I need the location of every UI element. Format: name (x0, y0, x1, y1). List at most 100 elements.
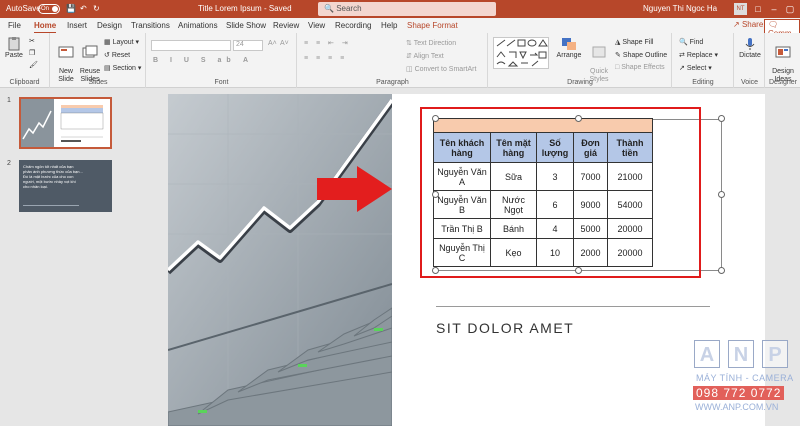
arrange-button[interactable]: Arrange (555, 37, 583, 60)
table-title-cell[interactable] (433, 118, 653, 133)
avatar[interactable]: NT (734, 3, 747, 15)
title-bar: AutoSave On 💾 ↶ ↻ Title Lorem Ipsum - Sa… (0, 0, 800, 18)
table-cell[interactable]: Nước Ngọt (490, 190, 537, 219)
paste-button[interactable]: Paste (4, 37, 24, 60)
tab-slide-show[interactable]: Slide Show (226, 21, 266, 30)
table-cell[interactable]: 6 (536, 190, 574, 219)
quick-styles-button[interactable]: Quick Styles (587, 37, 611, 84)
staircase-photo[interactable] (168, 94, 392, 426)
copy-icon[interactable]: ❐ (29, 49, 35, 57)
dictate-button[interactable]: Dictate (737, 37, 763, 60)
tab-design[interactable]: Design (97, 21, 122, 30)
search-input[interactable]: 🔍 Search (318, 2, 496, 16)
table-cell[interactable]: 20000 (607, 238, 653, 267)
slide-thumbnail-1[interactable] (19, 97, 112, 149)
autosave-toggle[interactable]: On (38, 4, 60, 14)
column-header-customer[interactable]: Tên khách hàng (433, 132, 491, 163)
share-button[interactable]: ↗ Share (733, 20, 763, 29)
align-text-button[interactable]: ⇵ Align Text (406, 52, 444, 60)
new-slide-button[interactable]: New Slide (55, 37, 77, 84)
table-cell[interactable]: Bánh (490, 218, 537, 239)
resize-handle-right[interactable] (718, 191, 725, 198)
resize-handle-bottom[interactable] (575, 267, 582, 274)
shape-effects-button[interactable]: □ Shape Effects (615, 64, 665, 71)
resize-handle-top-left[interactable] (432, 115, 439, 122)
format-painter-icon[interactable]: 🖌 (29, 61, 38, 69)
tab-shape-format[interactable]: Shape Format (407, 21, 458, 30)
resize-handle-top[interactable] (575, 115, 582, 122)
replace-button[interactable]: ⇄ Replace ▾ (679, 51, 718, 59)
anp-watermark: A N P MÁY TÍNH - CAMERA 098 772 0772 WWW… (688, 340, 800, 426)
table-cell[interactable]: Nguyễn Văn A (433, 162, 491, 191)
ribbon-display-icon[interactable]: □ (751, 2, 765, 16)
column-header-item[interactable]: Tên mặt hàng (490, 132, 537, 163)
shape-outline-button[interactable]: ✎ Shape Outline (615, 51, 667, 59)
font-color-icon[interactable]: A (243, 57, 248, 64)
table-cell[interactable]: 20000 (607, 218, 653, 239)
minimize-icon[interactable]: – (767, 2, 781, 16)
shrink-font-icon[interactable]: A˅ (280, 40, 289, 47)
tab-animations[interactable]: Animations (178, 21, 218, 30)
table-cell[interactable]: 21000 (607, 162, 653, 191)
table-cell[interactable]: 5000 (573, 218, 608, 239)
convert-smartart-button[interactable]: ◫ Convert to SmartArt (406, 65, 476, 73)
table-cell[interactable]: 3 (536, 162, 574, 191)
tab-insert[interactable]: Insert (67, 21, 87, 30)
cut-icon[interactable]: ✂ (29, 37, 35, 45)
layout-button[interactable]: ▦ Layout ▾ (104, 38, 139, 46)
tab-file[interactable]: File (8, 21, 21, 30)
shapes-gallery-icon[interactable] (493, 37, 549, 69)
clipboard-group: Paste ✂ ❐ 🖌 Clipboard (0, 33, 50, 88)
reset-button[interactable]: ↺ Reset (104, 51, 130, 59)
design-ideas-icon (775, 46, 791, 58)
thumbnail-number-1: 1 (7, 97, 11, 104)
table-cell[interactable]: 10 (536, 238, 574, 267)
font-size-combo[interactable]: 24 (233, 40, 263, 51)
slide-heading[interactable]: SIT DOLOR AMET (436, 320, 574, 336)
document-title: Title Lorem Ipsum - Saved (198, 4, 292, 13)
design-ideas-button[interactable]: Design Ideas (768, 37, 798, 84)
reuse-slides-button[interactable]: Reuse Slides (79, 37, 101, 84)
tab-help[interactable]: Help (381, 21, 397, 30)
section-button[interactable]: ▤ Section ▾ (104, 64, 141, 72)
user-name[interactable]: Nguyen Thi Ngoc Ha (643, 4, 717, 13)
tab-home[interactable]: Home (34, 21, 57, 34)
column-header-quantity[interactable]: Số lượng (536, 132, 574, 163)
table-cell[interactable]: Trần Thị B (433, 218, 491, 239)
table-cell[interactable]: 9000 (573, 190, 608, 219)
find-button[interactable]: 🔍 Find (679, 38, 703, 46)
text-direction-button[interactable]: ⇅ Text Direction (406, 39, 456, 47)
redo-icon[interactable]: ↻ (93, 4, 100, 13)
data-table[interactable]: Tên khách hàng Tên mặt hàng Số lượng Đơn… (433, 118, 653, 267)
table-cell[interactable]: 4 (536, 218, 574, 239)
tab-transitions[interactable]: Transitions (131, 21, 170, 30)
bullets-icon[interactable]: ≡ ≡ ⇤ ⇥ (304, 39, 351, 47)
table-cell[interactable]: 54000 (607, 190, 653, 219)
shape-fill-button[interactable]: ◮ Shape Fill (615, 38, 653, 46)
column-header-total[interactable]: Thành tiền (607, 132, 653, 163)
table-cell[interactable]: Nguyễn Thị C (433, 238, 491, 267)
tab-view[interactable]: View (308, 21, 325, 30)
tab-review[interactable]: Review (273, 21, 299, 30)
red-arrow-icon (317, 166, 392, 212)
select-button[interactable]: ↗ Select ▾ (679, 64, 712, 72)
table-cell[interactable]: Kẹo (490, 238, 537, 267)
resize-handle-top-right[interactable] (718, 115, 725, 122)
maximize-icon[interactable]: ▢ (783, 2, 797, 16)
column-header-unit-price[interactable]: Đơn giá (573, 132, 608, 163)
table-cell[interactable]: Sữa (490, 162, 537, 191)
tab-recording[interactable]: Recording (335, 21, 371, 30)
resize-handle-left[interactable] (432, 191, 439, 198)
save-icon[interactable]: 💾 (66, 4, 76, 13)
resize-handle-bottom-left[interactable] (432, 267, 439, 274)
resize-handle-bottom-right[interactable] (718, 267, 725, 274)
table-cell[interactable]: 7000 (573, 162, 608, 191)
table-cell[interactable]: Nguyễn Văn B (433, 190, 491, 219)
font-format-icons[interactable]: B I U S ab (153, 57, 236, 64)
slide-thumbnail-2[interactable]: Chấm ngôn tốt nhất của bạn phản ánh phươ… (19, 160, 112, 212)
undo-icon[interactable]: ↶ (80, 4, 87, 13)
table-cell[interactable]: 2000 (573, 238, 608, 267)
grow-font-icon[interactable]: A˄ (268, 40, 277, 47)
align-icons[interactable]: ≡ ≡ ≡ ≡ (304, 55, 347, 62)
font-name-combo[interactable] (151, 40, 231, 51)
